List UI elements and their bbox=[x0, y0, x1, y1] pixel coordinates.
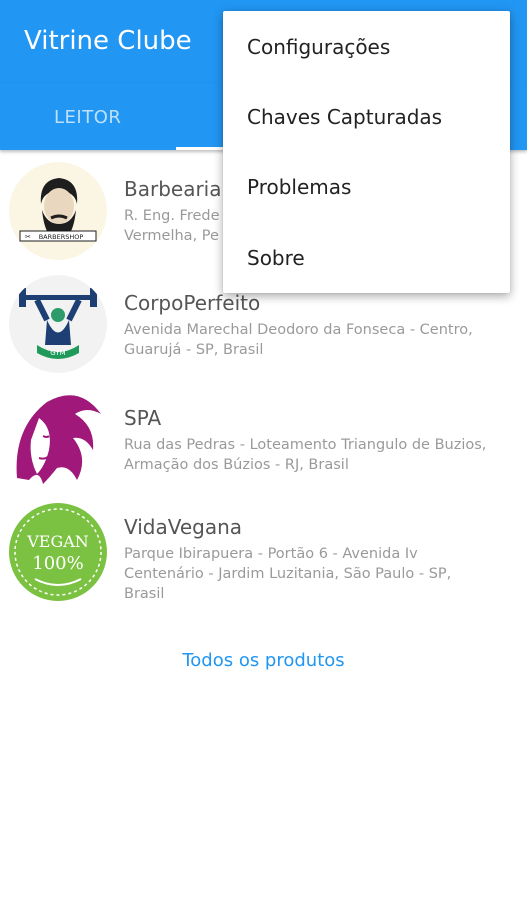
menu-item-problemas[interactable]: Problemas bbox=[247, 175, 351, 199]
gym-logo-icon: GYM bbox=[9, 275, 107, 373]
store-name: Barbearia bbox=[124, 177, 222, 201]
svg-text:✂: ✂ bbox=[25, 233, 31, 241]
vegan-logo-text-1: VEGAN bbox=[26, 532, 89, 551]
list-item[interactable]: SPA Rua das Pedras - Loteamento Triangul… bbox=[0, 380, 527, 495]
list-item[interactable]: VEGAN 100% VidaVegana Parque Ibirapuera … bbox=[0, 495, 527, 625]
store-address: Rua das Pedras - Loteamento Triangulo de… bbox=[124, 435, 514, 475]
gym-logo-text: GYM bbox=[50, 349, 65, 357]
all-products-link[interactable]: Todos os produtos bbox=[0, 650, 527, 671]
store-address-text: Avenida Marechal Deodoro da Fonseca - Ce… bbox=[124, 322, 473, 358]
vegan-logo-text-2: 100% bbox=[32, 553, 83, 574]
store-address: Avenida Marechal Deodoro da Fonseca - Ce… bbox=[124, 320, 514, 360]
barbershop-logo-icon: BARBERSHOP ✂ bbox=[9, 162, 107, 260]
overflow-menu: Configurações Chaves Capturadas Problema… bbox=[223, 11, 510, 293]
menu-item-sobre[interactable]: Sobre bbox=[247, 246, 305, 270]
vegan-logo-icon: VEGAN 100% bbox=[9, 503, 107, 601]
store-name: VidaVegana bbox=[124, 515, 243, 539]
app-title: Vitrine Clube bbox=[24, 26, 192, 56]
tab-leitor[interactable]: LEITOR bbox=[54, 107, 121, 128]
menu-item-chaves-capturadas[interactable]: Chaves Capturadas bbox=[247, 105, 442, 129]
store-address-text: Rua das Pedras - Loteamento Triangulo de… bbox=[124, 437, 487, 473]
menu-item-configuracoes[interactable]: Configurações bbox=[247, 35, 390, 59]
store-address: Parque Ibirapuera - Portão 6 - Avenida I… bbox=[124, 544, 514, 604]
spa-logo-icon bbox=[9, 388, 107, 486]
store-address-text: Parque Ibirapuera - Portão 6 - Avenida I… bbox=[124, 546, 452, 602]
barbershop-logo-text: BARBERSHOP bbox=[39, 233, 84, 241]
store-address-text: R. Eng. Frede Vermelha, Pe bbox=[124, 208, 220, 244]
store-name: SPA bbox=[124, 406, 162, 430]
store-name: CorpoPerfeito bbox=[124, 291, 261, 315]
